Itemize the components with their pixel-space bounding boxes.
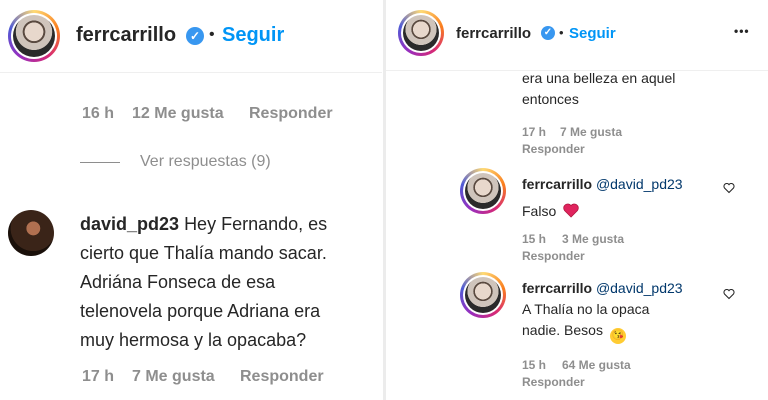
more-options-icon[interactable]: ••• xyxy=(734,24,750,38)
reply-avatar[interactable] xyxy=(460,272,506,318)
likes-count[interactable]: 7 Me gusta xyxy=(560,125,622,139)
reply-button[interactable]: Responder xyxy=(240,368,324,386)
likes-count[interactable]: 7 Me gusta xyxy=(132,368,215,386)
comment-body: david_pd23 Hey Fernando, es cierto que T… xyxy=(80,210,380,355)
follow-button[interactable]: Seguir xyxy=(222,24,284,47)
comment-line: cierto que Thalía mando sacar. xyxy=(80,243,327,263)
verified-badge-icon: ✓ xyxy=(186,27,204,45)
comment-time: 15 h xyxy=(522,358,547,372)
comment-time: 17 h xyxy=(82,368,115,385)
reply-button[interactable]: Responder xyxy=(249,105,333,123)
likes-count[interactable]: 12 Me gusta xyxy=(132,105,224,123)
reply-button[interactable]: Responder xyxy=(522,249,585,263)
like-heart-icon[interactable] xyxy=(723,182,735,194)
header-username[interactable]: ferrcarrillo xyxy=(76,24,176,47)
separator-dot: • xyxy=(209,26,215,43)
right-panel: ferrcarrillo ✓ • Seguir ••• era una bell… xyxy=(386,0,768,400)
previous-comment-text: era una belleza en aquel entonces xyxy=(522,70,676,107)
likes-count[interactable]: 64 Me gusta xyxy=(562,358,631,372)
verified-badge-icon: ✓ xyxy=(541,26,555,40)
header-username[interactable]: ferrcarrillo xyxy=(456,25,531,42)
reply-body: ferrcarrillo @david_pd23 Falso xyxy=(522,174,683,222)
left-panel: ferrcarrillo ✓ • Seguir 16 h 12 Me gusta… xyxy=(0,0,382,400)
commenter-avatar[interactable] xyxy=(8,210,54,256)
view-replies-button[interactable]: Ver respuestas (9) xyxy=(140,153,271,171)
replies-line xyxy=(80,162,120,163)
mention-link[interactable]: @david_pd23 xyxy=(596,280,683,296)
mention-link[interactable]: @david_pd23 xyxy=(596,176,683,192)
comment-line: muy hermosa y la opacaba? xyxy=(80,330,307,350)
reply-button[interactable]: Responder xyxy=(522,375,585,389)
reply-button[interactable]: Responder xyxy=(522,142,585,156)
reply-body: ferrcarrillo @david_pd23 A Thalía no la … xyxy=(522,278,683,344)
comment-time: 16 h xyxy=(82,105,115,122)
comment-line: telenovela porque Adriana era xyxy=(80,301,321,321)
comment-username[interactable]: david_pd23 xyxy=(80,214,179,234)
profile-avatar[interactable] xyxy=(398,10,444,56)
comment-line: Adriána Fonseca de esa xyxy=(80,272,276,292)
reply-username[interactable]: ferrcarrillo xyxy=(522,280,592,296)
reply-text: nadie. Besos xyxy=(522,322,603,338)
comment-time: 15 h xyxy=(522,232,547,246)
comment-line: Hey Fernando, es xyxy=(184,214,328,234)
reply-text: Falso xyxy=(522,203,557,219)
comment-time: 17 h xyxy=(522,125,547,139)
post-header: ferrcarrillo ✓ • Seguir ••• xyxy=(386,0,768,71)
follow-button[interactable]: Seguir xyxy=(569,25,616,42)
reply-username[interactable]: ferrcarrillo xyxy=(522,176,592,192)
likes-count[interactable]: 3 Me gusta xyxy=(562,232,624,246)
profile-avatar[interactable] xyxy=(8,10,60,62)
red-heart-icon xyxy=(563,203,579,218)
post-header: ferrcarrillo ✓ • Seguir xyxy=(0,0,382,73)
like-heart-icon[interactable] xyxy=(723,288,735,300)
separator-dot: • xyxy=(559,25,564,40)
reply-text: A Thalía no la opaca xyxy=(522,301,650,317)
reply-avatar[interactable] xyxy=(460,168,506,214)
kiss-face-icon: 😘 xyxy=(609,328,626,344)
